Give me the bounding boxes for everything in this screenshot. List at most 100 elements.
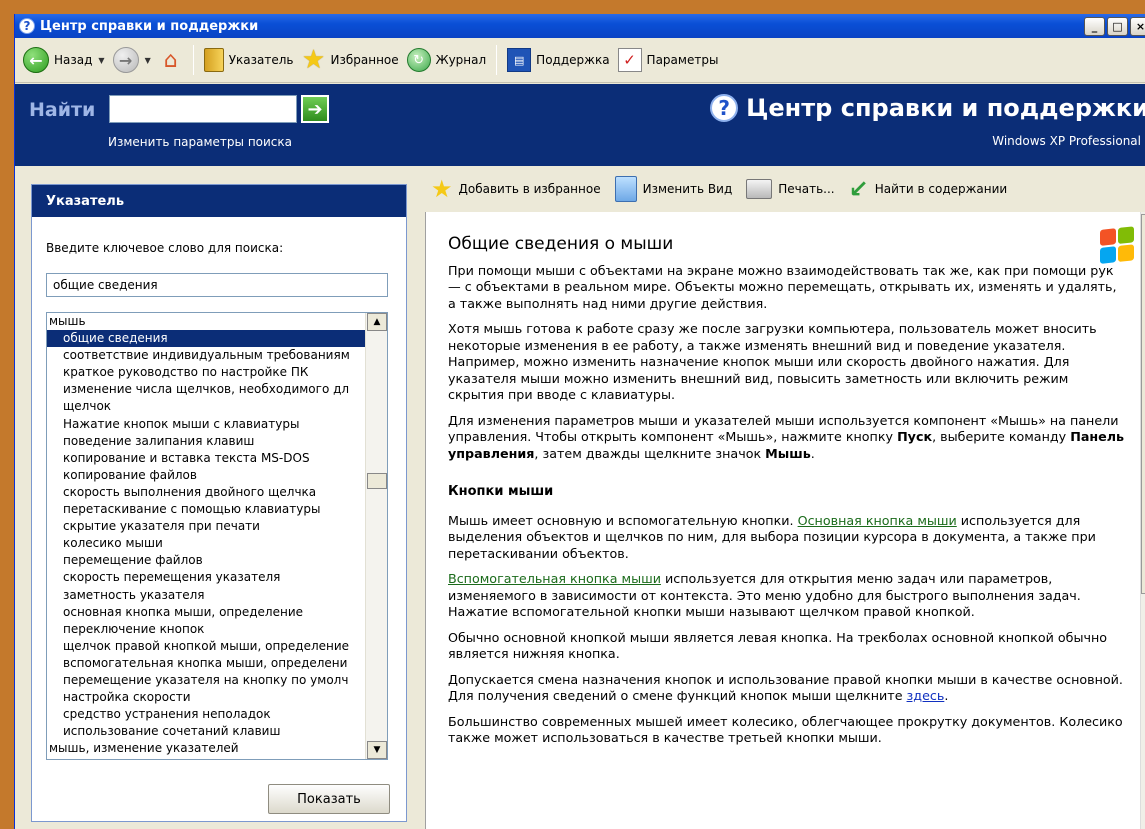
close-button[interactable]: × bbox=[1130, 17, 1145, 36]
section-heading: Кнопки мыши bbox=[448, 484, 554, 499]
index-list-item[interactable]: средство устранения неполадок bbox=[47, 706, 367, 723]
index-list-item[interactable]: переключение кнопок bbox=[47, 621, 367, 638]
index-button[interactable]: Указатель bbox=[200, 43, 298, 77]
article-paragraph: Допускается смена назначения кнопок и ис… bbox=[448, 672, 1128, 705]
index-list-item[interactable]: колесико мыши bbox=[47, 535, 367, 552]
back-arrow-icon: ← bbox=[23, 47, 49, 73]
options-label: Параметры bbox=[646, 53, 719, 67]
article-paragraph: Вспомогательная кнопка мыши используется… bbox=[448, 571, 1128, 621]
scroll-up-icon[interactable]: ▲ bbox=[367, 313, 387, 331]
help-center-window: ? Центр справки и поддержки _ □ × ← Наза… bbox=[14, 14, 1145, 829]
scroll-thumb[interactable] bbox=[367, 473, 387, 489]
search-input[interactable] bbox=[109, 95, 297, 123]
title-bar[interactable]: ? Центр справки и поддержки _ □ × bbox=[15, 14, 1145, 38]
text-run: Допускается смена назначения кнопок и ис… bbox=[448, 671, 1123, 704]
text-run: , затем дважды щелкните значок bbox=[534, 445, 766, 461]
support-label: Поддержка bbox=[536, 53, 610, 67]
index-list-item[interactable]: заметность указателя bbox=[47, 587, 367, 604]
index-list-item[interactable]: настройка скорости bbox=[47, 689, 367, 706]
index-list-item[interactable]: скорость перемещения указателя bbox=[47, 569, 367, 586]
search-go-button[interactable]: ➔ bbox=[301, 95, 329, 123]
maximize-button[interactable]: □ bbox=[1107, 17, 1128, 36]
keyword-input[interactable] bbox=[46, 273, 388, 297]
left-pane: Указатель Введите ключевое слово для пои… bbox=[15, 166, 425, 829]
green-arrow-icon: ↙ bbox=[848, 175, 869, 203]
index-list-item[interactable]: щелчок правой кнопкой мыши, определение bbox=[47, 638, 367, 655]
text-run: . bbox=[944, 688, 949, 703]
index-list-item[interactable]: основная кнопка мыши, определение bbox=[47, 604, 367, 621]
history-button[interactable]: ↻ Журнал bbox=[403, 43, 491, 77]
add-favorite-star-icon: ★ bbox=[431, 175, 453, 203]
find-in-contents-button[interactable]: ↙ Найти в содержании bbox=[849, 175, 1008, 203]
index-list-item[interactable]: перемещение указателя на кнопку по умолч bbox=[47, 672, 367, 689]
find-in-contents-label: Найти в содержании bbox=[874, 182, 1008, 196]
index-list-item[interactable]: использование сочетаний клавиш bbox=[47, 723, 367, 740]
index-list-item[interactable]: Нажатие кнопок мыши с клавиатуры bbox=[47, 416, 367, 433]
window-title: Центр справки и поддержки bbox=[40, 18, 259, 34]
show-button[interactable]: Показать bbox=[268, 784, 390, 814]
help-center-title: Центр справки и поддержки bbox=[746, 94, 1145, 122]
index-list-item[interactable]: копирование и вставка текста MS-DOS bbox=[47, 450, 367, 467]
index-list-scrollbar[interactable]: ▲ ▼ bbox=[365, 313, 387, 759]
window-controls: _ □ × bbox=[1084, 17, 1145, 36]
support-button[interactable]: ▤ Поддержка bbox=[503, 43, 613, 77]
index-list-item[interactable]: копирование файлов bbox=[47, 467, 367, 484]
favorites-button[interactable]: ★ Избранное bbox=[298, 43, 403, 77]
index-list-items: мышь общие сведения соответствие индивидуа… bbox=[47, 313, 367, 757]
add-to-favorites-button[interactable]: ★ Добавить в избранное bbox=[431, 175, 601, 203]
scroll-down-icon[interactable]: ▼ bbox=[367, 741, 387, 759]
forward-dropdown-icon[interactable]: ▼ bbox=[145, 56, 151, 65]
text-run: , выберите команду bbox=[932, 429, 1071, 444]
here-link[interactable]: здесь bbox=[907, 688, 945, 703]
toolbar-separator bbox=[496, 45, 498, 75]
minimize-button[interactable]: _ bbox=[1084, 17, 1105, 36]
article-scrollbar[interactable] bbox=[1140, 212, 1145, 829]
index-list-item[interactable]: общие сведения bbox=[47, 330, 367, 348]
options-button[interactable]: ✓ Параметры bbox=[614, 43, 723, 77]
print-button[interactable]: Печать... bbox=[746, 179, 835, 199]
secondary-button-link[interactable]: Вспомогательная кнопка мыши bbox=[448, 571, 661, 586]
index-list-item[interactable]: краткое руководство по настройке ПК bbox=[47, 364, 367, 381]
primary-button-link[interactable]: Основная кнопка мыши bbox=[798, 513, 957, 528]
add-to-favorites-label: Добавить в избранное bbox=[458, 182, 601, 196]
index-list-item[interactable]: перемещение файлов bbox=[47, 552, 367, 569]
back-dropdown-icon[interactable]: ▼ bbox=[98, 56, 104, 65]
index-list-item[interactable]: соответствие индивидуальным требованиям bbox=[47, 347, 367, 364]
article-paragraph: Хотя мышь готова к работе сразу же после… bbox=[448, 321, 1097, 402]
article-paragraph: При помощи мыши с объектами на экране мо… bbox=[448, 262, 1117, 311]
printer-icon bbox=[746, 179, 773, 199]
index-list-item[interactable]: мышь bbox=[47, 313, 367, 330]
change-view-button[interactable]: Изменить Вид bbox=[614, 176, 733, 202]
index-list[interactable]: мышь общие сведения соответствие индивидуа… bbox=[46, 312, 388, 760]
index-list-item[interactable]: скорость выполнения двойного щелчка bbox=[47, 484, 367, 501]
article-body: Общие сведения о мыши При помощи мыши с … bbox=[448, 212, 1128, 756]
change-search-options-link[interactable]: Изменить параметры поиска bbox=[108, 135, 292, 149]
index-list-item[interactable]: скрытие указателя при печати bbox=[47, 518, 367, 535]
article-paragraph: Мышь имеет основную и вспомогательную кн… bbox=[448, 513, 1128, 563]
index-list-item[interactable]: поведение залипания клавиш bbox=[47, 433, 367, 450]
book-icon bbox=[203, 48, 224, 72]
article-paragraph: Большинство современных мышей имеет коле… bbox=[448, 713, 1123, 746]
windows-edition: Windows XP Professional bbox=[992, 134, 1141, 148]
change-view-label: Изменить Вид bbox=[642, 182, 733, 196]
index-list-item[interactable]: щелчок bbox=[47, 398, 367, 415]
index-panel: Указатель Введите ключевое слово для пои… bbox=[31, 184, 407, 822]
index-list-item[interactable]: изменение числа щелчков, необходимого дл bbox=[47, 381, 367, 398]
back-button[interactable]: ← Назад ▼ bbox=[19, 43, 109, 77]
search-band: Найти ➔ Изменить параметры поиска ? Цент… bbox=[15, 84, 1145, 166]
text-run: Мышь имеет основную и вспомогательную кн… bbox=[448, 512, 798, 528]
index-list-item[interactable]: мышь, изменение указателей bbox=[47, 740, 367, 757]
forward-button[interactable]: → ▼ bbox=[109, 43, 155, 77]
index-list-item[interactable]: перетаскивание с помощью клавиатуры bbox=[47, 501, 367, 518]
star-icon: ★ bbox=[301, 45, 326, 75]
keyword-label: Введите ключевое слово для поиска: bbox=[46, 241, 284, 255]
history-label: Журнал bbox=[435, 53, 487, 67]
index-panel-title: Указатель bbox=[32, 185, 406, 217]
article-paragraph: Для изменения параметров мыши и указател… bbox=[448, 413, 1128, 463]
forward-arrow-icon: → bbox=[112, 47, 139, 73]
index-list-item[interactable]: вспомогательная кнопка мыши, определени bbox=[47, 655, 367, 672]
article-scroll-thumb[interactable] bbox=[1141, 214, 1145, 594]
home-button[interactable]: ⌂ bbox=[155, 43, 187, 77]
text-run: . bbox=[810, 445, 815, 461]
article-pane: Общие сведения о мыши При помощи мыши с … bbox=[425, 212, 1145, 829]
